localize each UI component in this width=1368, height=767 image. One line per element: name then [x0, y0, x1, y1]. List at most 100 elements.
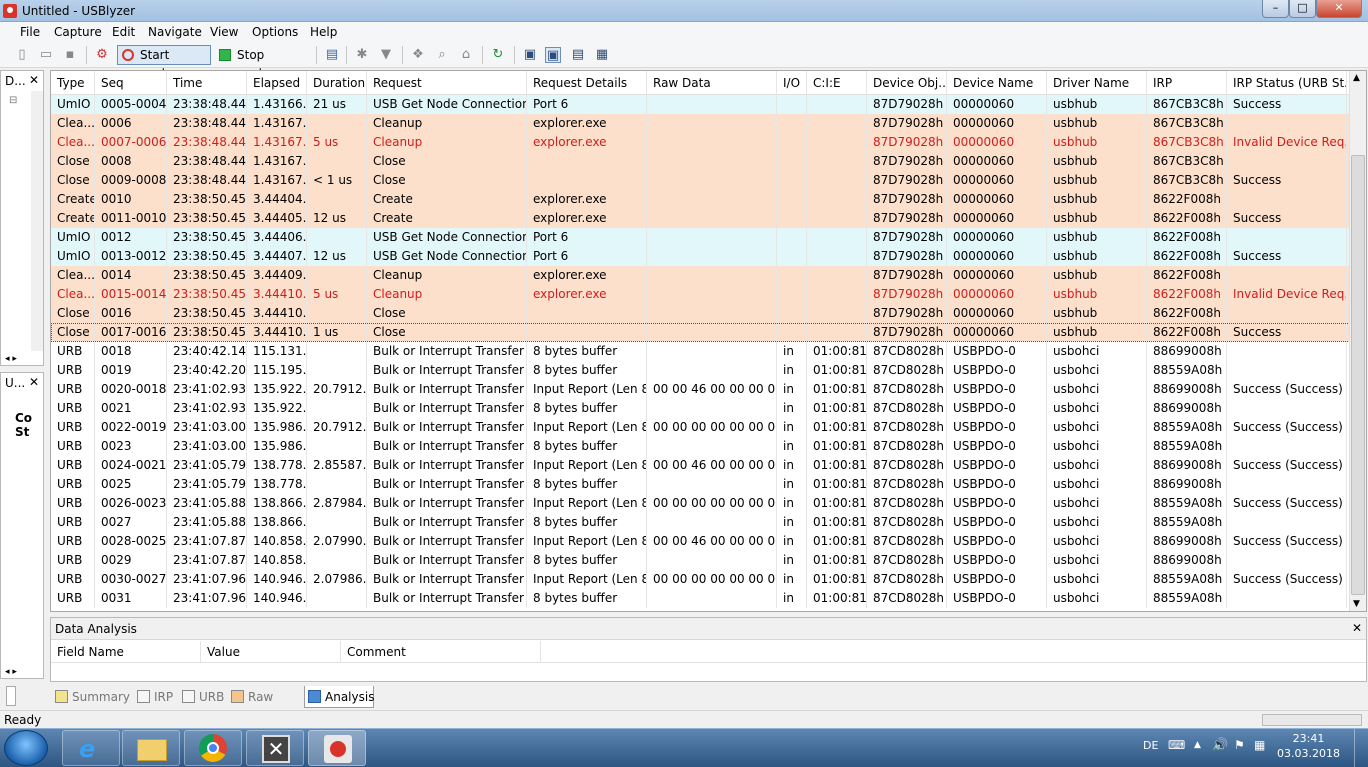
- table-row[interactable]: Create001023:38:50.4543.44404...Createex…: [51, 190, 1350, 209]
- column-header-time[interactable]: Time: [167, 71, 247, 95]
- layout-4-icon[interactable]: ▦: [594, 47, 610, 63]
- column-header-field-name[interactable]: Field Name: [51, 641, 201, 663]
- xming-icon[interactable]: ✕: [246, 730, 304, 766]
- network-icon[interactable]: ▦: [1254, 738, 1265, 752]
- column-header-raw-data[interactable]: Raw Data: [647, 71, 777, 95]
- layout-2-icon[interactable]: ▣: [545, 47, 561, 63]
- filter-settings-icon[interactable]: ✱: [354, 47, 370, 63]
- table-row[interactable]: Clea...000623:38:48.4411.43167... Cleanup…: [51, 114, 1350, 133]
- menu-edit[interactable]: Edit: [112, 25, 135, 39]
- table-row[interactable]: URB001923:40:42.209115.195... Bulk or Int…: [51, 361, 1350, 380]
- save-icon[interactable]: ▪: [62, 47, 78, 63]
- refresh-icon[interactable]: ↻: [490, 47, 506, 63]
- table-row[interactable]: Create0011-001023:38:50.4543.44405...12 …: [51, 209, 1350, 228]
- tab-summary[interactable]: Summary: [52, 686, 130, 708]
- close-icon[interactable]: ✕: [29, 73, 39, 87]
- close-button[interactable]: ✕: [1316, 0, 1362, 18]
- column-header-value[interactable]: Value: [201, 641, 341, 663]
- ie-icon[interactable]: e: [62, 730, 120, 766]
- table-row[interactable]: UmIO0005-000423:38:48.4411.43166...21 us…: [51, 95, 1350, 114]
- table-row[interactable]: Close001623:38:50.4543.44410...Close87D7…: [51, 304, 1350, 323]
- scroll-down-arrow-icon[interactable]: ▼: [1353, 599, 1360, 609]
- table-row[interactable]: URB001823:40:42.144115.131... Bulk or Int…: [51, 342, 1350, 361]
- column-header-request-details[interactable]: Request Details: [527, 71, 647, 95]
- tab-irp[interactable]: IRP: [134, 686, 176, 708]
- column-header-cie[interactable]: C:I:E: [807, 71, 867, 95]
- menu-options[interactable]: Options: [252, 25, 298, 39]
- find-next-icon[interactable]: ⌂: [458, 47, 474, 63]
- show-hidden-icons-icon[interactable]: ▲: [1194, 740, 1201, 750]
- table-row[interactable]: UmIO001223:38:50.4543.44406... USB Get No…: [51, 228, 1350, 247]
- chrome-icon[interactable]: [184, 730, 242, 766]
- table-row[interactable]: Close000823:38:48.4411.43167...Close87D7…: [51, 152, 1350, 171]
- minimize-button[interactable]: –: [1262, 0, 1289, 18]
- table-row[interactable]: URB0028-002523:41:07.872140.858...2.0799…: [51, 532, 1350, 551]
- table-row[interactable]: URB002123:41:02.936135.922... Bulk or Int…: [51, 399, 1350, 418]
- language-indicator[interactable]: DE: [1143, 739, 1158, 752]
- usblyzer-icon[interactable]: [308, 730, 366, 766]
- table-row[interactable]: URB002523:41:05.792138.778... Bulk or Int…: [51, 475, 1350, 494]
- tab-raw-data[interactable]: Raw Data: [228, 686, 302, 726]
- export-icon[interactable]: ▤: [324, 47, 340, 63]
- close-icon[interactable]: ✕: [29, 375, 39, 389]
- vertical-scrollbar[interactable]: [31, 91, 43, 351]
- column-header-elapsed[interactable]: Elapsed: [247, 71, 307, 95]
- tab-urb[interactable]: URB: [179, 686, 225, 708]
- tab-analysis[interactable]: Analysis: [304, 686, 374, 708]
- table-row[interactable]: URB0020-001823:41:02.936135.922...20.791…: [51, 380, 1350, 399]
- table-row[interactable]: URB0024-002123:41:05.792138.778...2.8558…: [51, 456, 1350, 475]
- table-row[interactable]: URB002923:41:07.872140.858... Bulk or Int…: [51, 551, 1350, 570]
- menu-capture[interactable]: Capture: [54, 25, 102, 39]
- stop-capture-button[interactable]: Stop capture: [214, 45, 308, 80]
- layout-3-icon[interactable]: ▤: [570, 47, 586, 63]
- horizontal-scroll-arrows[interactable]: ◂ ▸: [5, 667, 17, 677]
- clock[interactable]: 23:41 03.03.2018: [1277, 731, 1340, 761]
- column-header-io[interactable]: I/O: [777, 71, 807, 95]
- new-file-icon[interactable]: ▯: [14, 47, 30, 63]
- start-button[interactable]: [4, 730, 48, 766]
- table-row[interactable]: URB002323:41:03.000135.986... Bulk or Int…: [51, 437, 1350, 456]
- table-row[interactable]: URB0026-002323:41:05.880138.866...2.8798…: [51, 494, 1350, 513]
- column-header-request[interactable]: Request: [367, 71, 527, 95]
- menu-help[interactable]: Help: [310, 25, 337, 39]
- column-header-device-name[interactable]: Device Name: [947, 71, 1047, 95]
- scroll-up-arrow-icon[interactable]: ▲: [1353, 73, 1360, 83]
- grid-vertical-scrollbar[interactable]: ▲ ▼: [1349, 71, 1366, 611]
- table-row[interactable]: Clea...001423:38:50.4543.44409... Cleanup…: [51, 266, 1350, 285]
- table-row[interactable]: URB0030-002723:41:07.960140.946...2.0798…: [51, 570, 1350, 589]
- column-header-driver-name[interactable]: Driver Name: [1047, 71, 1147, 95]
- menu-view[interactable]: View: [210, 25, 238, 39]
- horizontal-scroll-arrows[interactable]: ◂ ▸: [5, 354, 17, 364]
- table-row[interactable]: Close0009-000823:38:48.4411.43167...< 1 …: [51, 171, 1350, 190]
- column-header-irp-status[interactable]: IRP Status (URB St...: [1227, 71, 1347, 95]
- start-capture-button[interactable]: Start capture: [117, 45, 211, 80]
- close-icon[interactable]: ✕: [1352, 621, 1362, 635]
- table-row[interactable]: Clea...0007-000623:38:48.4411.43167...5 …: [51, 133, 1350, 152]
- explorer-folder-icon[interactable]: [122, 730, 180, 766]
- table-row[interactable]: Close0017-001623:38:50.4543.44410...1 us…: [51, 323, 1350, 342]
- action-center-flag-icon[interactable]: ⚑: [1234, 738, 1245, 752]
- table-row[interactable]: UmIO0013-001223:38:50.4543.44407...12 us…: [51, 247, 1350, 266]
- table-row[interactable]: Clea...0015-001423:38:50.4543.44410...5 …: [51, 285, 1350, 304]
- column-header-seq[interactable]: Seq: [95, 71, 167, 95]
- menu-navigate[interactable]: Navigate: [148, 25, 202, 39]
- show-desktop-button[interactable]: [1354, 729, 1368, 767]
- bookmark-icon[interactable]: ❖: [410, 47, 426, 63]
- volume-icon[interactable]: 🔊: [1212, 738, 1228, 753]
- table-row[interactable]: URB0022-001923:41:03.000135.986...20.791…: [51, 418, 1350, 437]
- column-header-duration[interactable]: Duration: [307, 71, 367, 95]
- capture-settings-icon[interactable]: ⚙: [94, 47, 110, 63]
- open-folder-icon[interactable]: ▭: [38, 47, 54, 63]
- column-header-comment[interactable]: Comment: [341, 641, 541, 663]
- collapsed-panel-tab[interactable]: [6, 686, 16, 706]
- maximize-button[interactable]: □: [1289, 0, 1316, 18]
- table-row[interactable]: URB003123:41:07.960140.946... Bulk or Int…: [51, 589, 1350, 608]
- column-header-device-object[interactable]: Device Obj...: [867, 71, 947, 95]
- keyboard-icon[interactable]: ⌨: [1168, 738, 1185, 752]
- layout-1-icon[interactable]: ▣: [522, 47, 538, 63]
- scroll-thumb[interactable]: [1351, 155, 1365, 595]
- table-row[interactable]: URB002723:41:05.880138.866... Bulk or Int…: [51, 513, 1350, 532]
- find-icon[interactable]: ⌕: [434, 47, 450, 63]
- filter-icon[interactable]: ▼: [378, 47, 394, 63]
- tree-expand-icon[interactable]: ⊟: [9, 95, 17, 106]
